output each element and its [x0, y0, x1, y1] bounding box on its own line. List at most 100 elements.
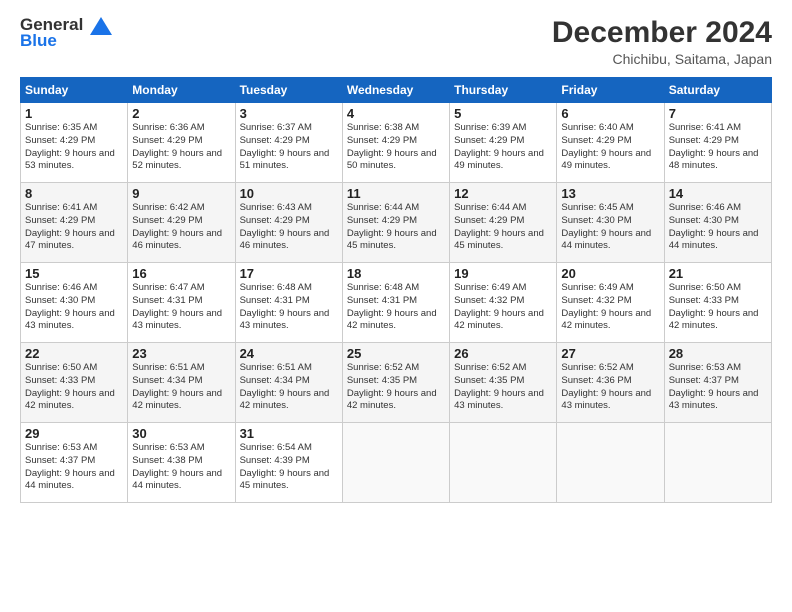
calendar-cell: 3 Sunrise: 6:37 AM Sunset: 4:29 PM Dayli… [235, 103, 342, 183]
subtitle: Chichibu, Saitama, Japan [552, 51, 772, 67]
day-detail: Sunrise: 6:39 AM Sunset: 4:29 PM Dayligh… [454, 122, 552, 173]
day-detail: Sunrise: 6:49 AM Sunset: 4:32 PM Dayligh… [561, 282, 659, 333]
day-number: 22 [25, 346, 123, 361]
day-number: 20 [561, 266, 659, 281]
calendar-cell: 5 Sunrise: 6:39 AM Sunset: 4:29 PM Dayli… [450, 103, 557, 183]
day-detail: Sunrise: 6:47 AM Sunset: 4:31 PM Dayligh… [132, 282, 230, 333]
calendar-header-row: SundayMondayTuesdayWednesdayThursdayFrid… [21, 78, 772, 103]
day-detail: Sunrise: 6:53 AM Sunset: 4:37 PM Dayligh… [669, 362, 767, 413]
day-number: 3 [240, 106, 338, 121]
day-number: 4 [347, 106, 445, 121]
day-number: 30 [132, 426, 230, 441]
day-detail: Sunrise: 6:45 AM Sunset: 4:30 PM Dayligh… [561, 202, 659, 253]
calendar-cell: 20 Sunrise: 6:49 AM Sunset: 4:32 PM Dayl… [557, 263, 664, 343]
day-detail: Sunrise: 6:37 AM Sunset: 4:29 PM Dayligh… [240, 122, 338, 173]
calendar-week-1: 1 Sunrise: 6:35 AM Sunset: 4:29 PM Dayli… [21, 103, 772, 183]
col-header-sunday: Sunday [21, 78, 128, 103]
day-number: 6 [561, 106, 659, 121]
col-header-thursday: Thursday [450, 78, 557, 103]
calendar-cell: 17 Sunrise: 6:48 AM Sunset: 4:31 PM Dayl… [235, 263, 342, 343]
day-number: 8 [25, 186, 123, 201]
calendar-cell: 8 Sunrise: 6:41 AM Sunset: 4:29 PM Dayli… [21, 183, 128, 263]
day-detail: Sunrise: 6:44 AM Sunset: 4:29 PM Dayligh… [347, 202, 445, 253]
calendar-week-4: 22 Sunrise: 6:50 AM Sunset: 4:33 PM Dayl… [21, 343, 772, 423]
day-detail: Sunrise: 6:43 AM Sunset: 4:29 PM Dayligh… [240, 202, 338, 253]
calendar-cell: 30 Sunrise: 6:53 AM Sunset: 4:38 PM Dayl… [128, 423, 235, 503]
day-number: 9 [132, 186, 230, 201]
day-number: 28 [669, 346, 767, 361]
calendar-table: SundayMondayTuesdayWednesdayThursdayFrid… [20, 77, 772, 503]
calendar-week-3: 15 Sunrise: 6:46 AM Sunset: 4:30 PM Dayl… [21, 263, 772, 343]
day-detail: Sunrise: 6:51 AM Sunset: 4:34 PM Dayligh… [240, 362, 338, 413]
day-detail: Sunrise: 6:50 AM Sunset: 4:33 PM Dayligh… [25, 362, 123, 413]
day-detail: Sunrise: 6:49 AM Sunset: 4:32 PM Dayligh… [454, 282, 552, 333]
logo: General Blue [20, 16, 112, 50]
page: General Blue December 2024 Chichibu, Sai… [0, 0, 792, 612]
day-detail: Sunrise: 6:52 AM Sunset: 4:36 PM Dayligh… [561, 362, 659, 413]
day-number: 10 [240, 186, 338, 201]
day-number: 1 [25, 106, 123, 121]
day-number: 29 [25, 426, 123, 441]
calendar-cell: 13 Sunrise: 6:45 AM Sunset: 4:30 PM Dayl… [557, 183, 664, 263]
calendar-cell [342, 423, 449, 503]
calendar-cell: 16 Sunrise: 6:47 AM Sunset: 4:31 PM Dayl… [128, 263, 235, 343]
calendar-cell: 27 Sunrise: 6:52 AM Sunset: 4:36 PM Dayl… [557, 343, 664, 423]
calendar-cell: 15 Sunrise: 6:46 AM Sunset: 4:30 PM Dayl… [21, 263, 128, 343]
day-detail: Sunrise: 6:41 AM Sunset: 4:29 PM Dayligh… [25, 202, 123, 253]
logo-text: General Blue [20, 16, 112, 50]
col-header-wednesday: Wednesday [342, 78, 449, 103]
day-detail: Sunrise: 6:42 AM Sunset: 4:29 PM Dayligh… [132, 202, 230, 253]
day-detail: Sunrise: 6:53 AM Sunset: 4:38 PM Dayligh… [132, 442, 230, 493]
day-number: 17 [240, 266, 338, 281]
col-header-saturday: Saturday [664, 78, 771, 103]
day-number: 2 [132, 106, 230, 121]
day-detail: Sunrise: 6:35 AM Sunset: 4:29 PM Dayligh… [25, 122, 123, 173]
day-detail: Sunrise: 6:51 AM Sunset: 4:34 PM Dayligh… [132, 362, 230, 413]
day-number: 23 [132, 346, 230, 361]
col-header-monday: Monday [128, 78, 235, 103]
calendar-cell: 18 Sunrise: 6:48 AM Sunset: 4:31 PM Dayl… [342, 263, 449, 343]
calendar-cell [664, 423, 771, 503]
day-number: 13 [561, 186, 659, 201]
day-detail: Sunrise: 6:40 AM Sunset: 4:29 PM Dayligh… [561, 122, 659, 173]
title-block: December 2024 Chichibu, Saitama, Japan [552, 16, 772, 67]
calendar-cell: 6 Sunrise: 6:40 AM Sunset: 4:29 PM Dayli… [557, 103, 664, 183]
day-number: 18 [347, 266, 445, 281]
calendar-cell: 29 Sunrise: 6:53 AM Sunset: 4:37 PM Dayl… [21, 423, 128, 503]
day-number: 26 [454, 346, 552, 361]
day-detail: Sunrise: 6:48 AM Sunset: 4:31 PM Dayligh… [347, 282, 445, 333]
calendar-cell: 31 Sunrise: 6:54 AM Sunset: 4:39 PM Dayl… [235, 423, 342, 503]
day-number: 16 [132, 266, 230, 281]
calendar-cell: 11 Sunrise: 6:44 AM Sunset: 4:29 PM Dayl… [342, 183, 449, 263]
day-number: 14 [669, 186, 767, 201]
day-number: 12 [454, 186, 552, 201]
calendar-cell: 12 Sunrise: 6:44 AM Sunset: 4:29 PM Dayl… [450, 183, 557, 263]
day-number: 27 [561, 346, 659, 361]
calendar-cell: 21 Sunrise: 6:50 AM Sunset: 4:33 PM Dayl… [664, 263, 771, 343]
col-header-tuesday: Tuesday [235, 78, 342, 103]
day-number: 19 [454, 266, 552, 281]
main-title: December 2024 [552, 16, 772, 49]
day-number: 31 [240, 426, 338, 441]
calendar-cell: 2 Sunrise: 6:36 AM Sunset: 4:29 PM Dayli… [128, 103, 235, 183]
calendar-week-2: 8 Sunrise: 6:41 AM Sunset: 4:29 PM Dayli… [21, 183, 772, 263]
day-number: 24 [240, 346, 338, 361]
logo-block: General Blue [20, 16, 112, 50]
day-detail: Sunrise: 6:46 AM Sunset: 4:30 PM Dayligh… [669, 202, 767, 253]
calendar-cell: 9 Sunrise: 6:42 AM Sunset: 4:29 PM Dayli… [128, 183, 235, 263]
calendar-cell: 7 Sunrise: 6:41 AM Sunset: 4:29 PM Dayli… [664, 103, 771, 183]
day-detail: Sunrise: 6:53 AM Sunset: 4:37 PM Dayligh… [25, 442, 123, 493]
day-number: 11 [347, 186, 445, 201]
day-number: 5 [454, 106, 552, 121]
calendar-cell: 14 Sunrise: 6:46 AM Sunset: 4:30 PM Dayl… [664, 183, 771, 263]
day-detail: Sunrise: 6:50 AM Sunset: 4:33 PM Dayligh… [669, 282, 767, 333]
day-number: 21 [669, 266, 767, 281]
calendar-cell: 22 Sunrise: 6:50 AM Sunset: 4:33 PM Dayl… [21, 343, 128, 423]
calendar-cell: 4 Sunrise: 6:38 AM Sunset: 4:29 PM Dayli… [342, 103, 449, 183]
calendar-week-5: 29 Sunrise: 6:53 AM Sunset: 4:37 PM Dayl… [21, 423, 772, 503]
calendar-cell: 24 Sunrise: 6:51 AM Sunset: 4:34 PM Dayl… [235, 343, 342, 423]
header: General Blue December 2024 Chichibu, Sai… [20, 16, 772, 67]
day-number: 7 [669, 106, 767, 121]
day-detail: Sunrise: 6:52 AM Sunset: 4:35 PM Dayligh… [347, 362, 445, 413]
calendar-cell [450, 423, 557, 503]
